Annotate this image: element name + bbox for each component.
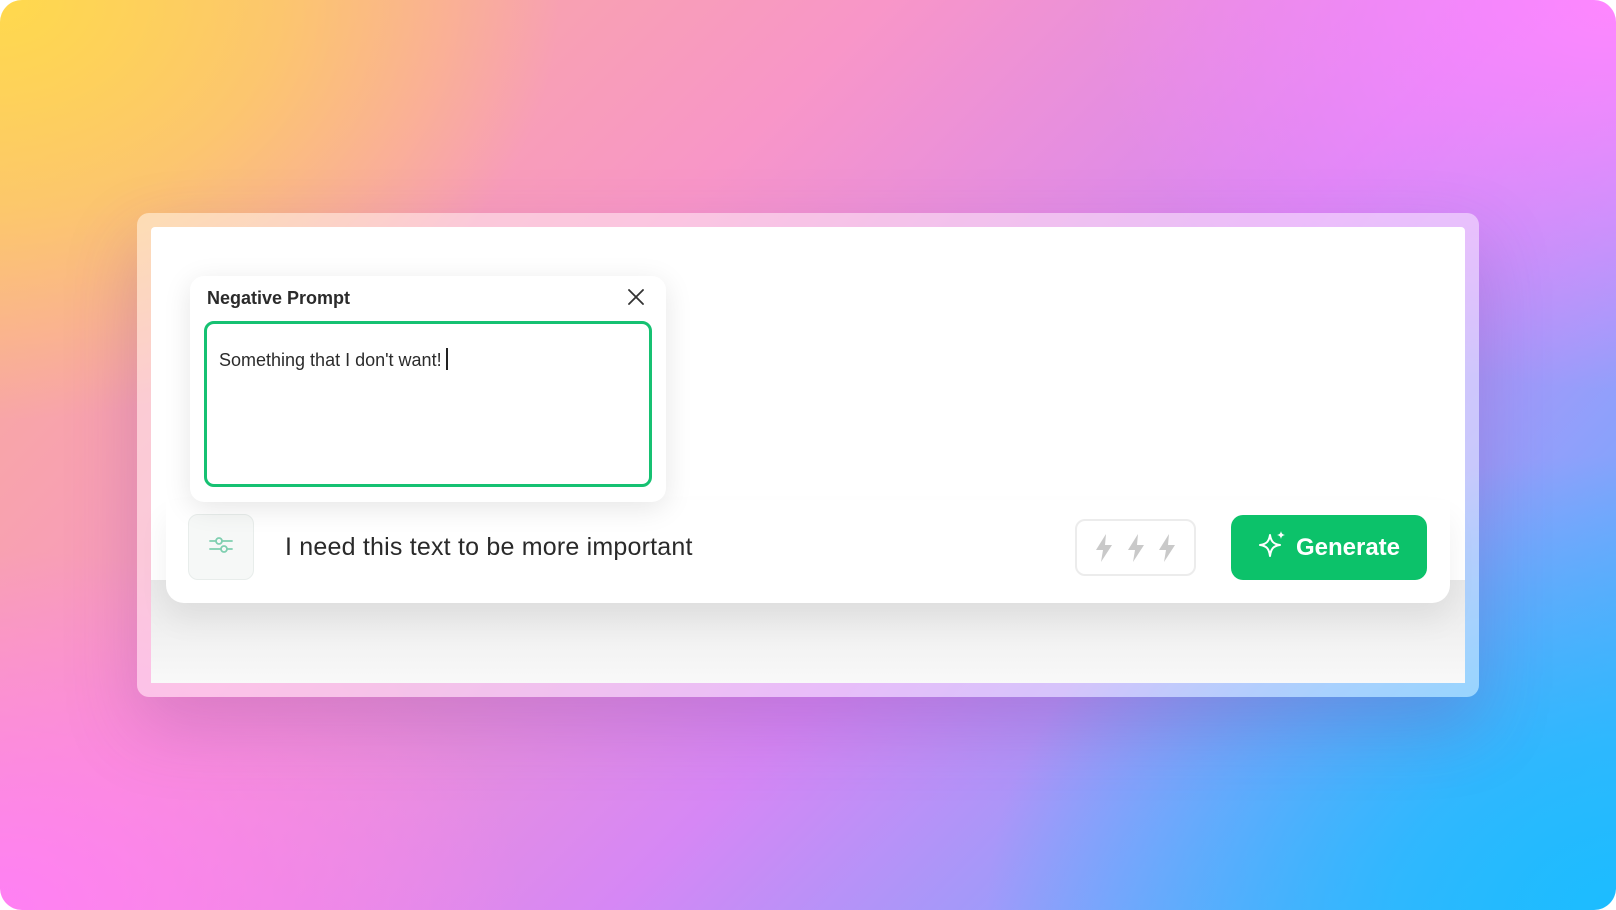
- close-button[interactable]: [624, 287, 648, 311]
- prompt-input[interactable]: I need this text to be more important: [285, 528, 693, 566]
- settings-button[interactable]: [188, 514, 254, 580]
- lightning-icon[interactable]: [1125, 533, 1147, 563]
- sliders-icon: [208, 534, 234, 561]
- lightning-icon[interactable]: [1093, 533, 1115, 563]
- background-stage: I need this text to be more important Ge…: [0, 0, 1616, 910]
- negative-prompt-title: Negative Prompt: [207, 288, 351, 308]
- lightning-icon[interactable]: [1156, 533, 1178, 563]
- text-caret: [445, 348, 448, 370]
- close-icon: [627, 288, 645, 311]
- generate-button[interactable]: Generate: [1231, 515, 1427, 580]
- generate-label: Generate: [1295, 533, 1401, 561]
- sparkle-icon: [1258, 529, 1288, 566]
- negative-prompt-input[interactable]: Something that I don't want!: [204, 321, 652, 487]
- intensity-selector[interactable]: [1075, 519, 1196, 576]
- negative-prompt-value: Something that I don't want!: [219, 350, 442, 370]
